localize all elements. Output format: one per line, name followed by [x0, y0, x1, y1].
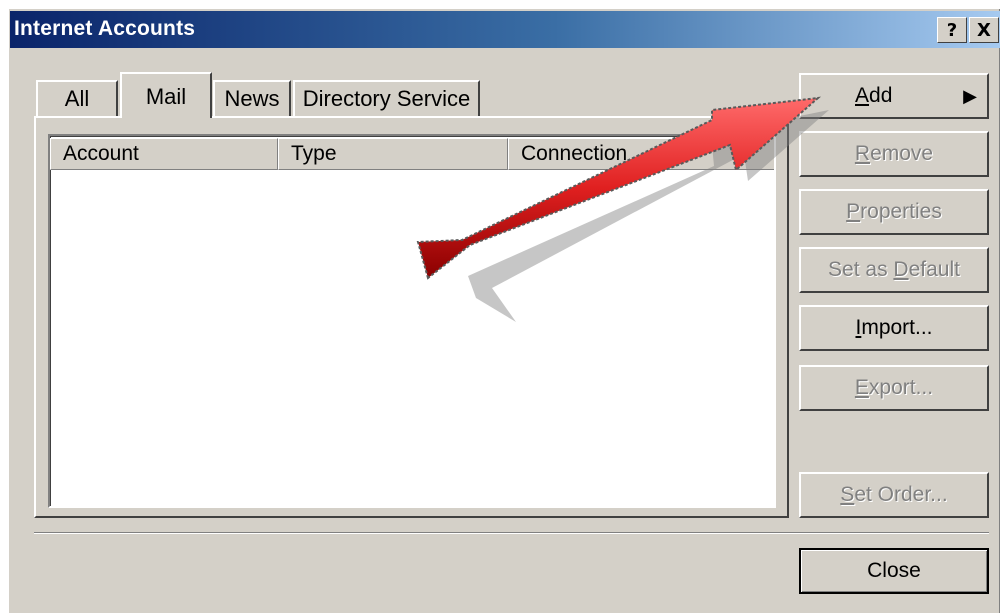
red-arrow-annotation [416, 96, 829, 322]
